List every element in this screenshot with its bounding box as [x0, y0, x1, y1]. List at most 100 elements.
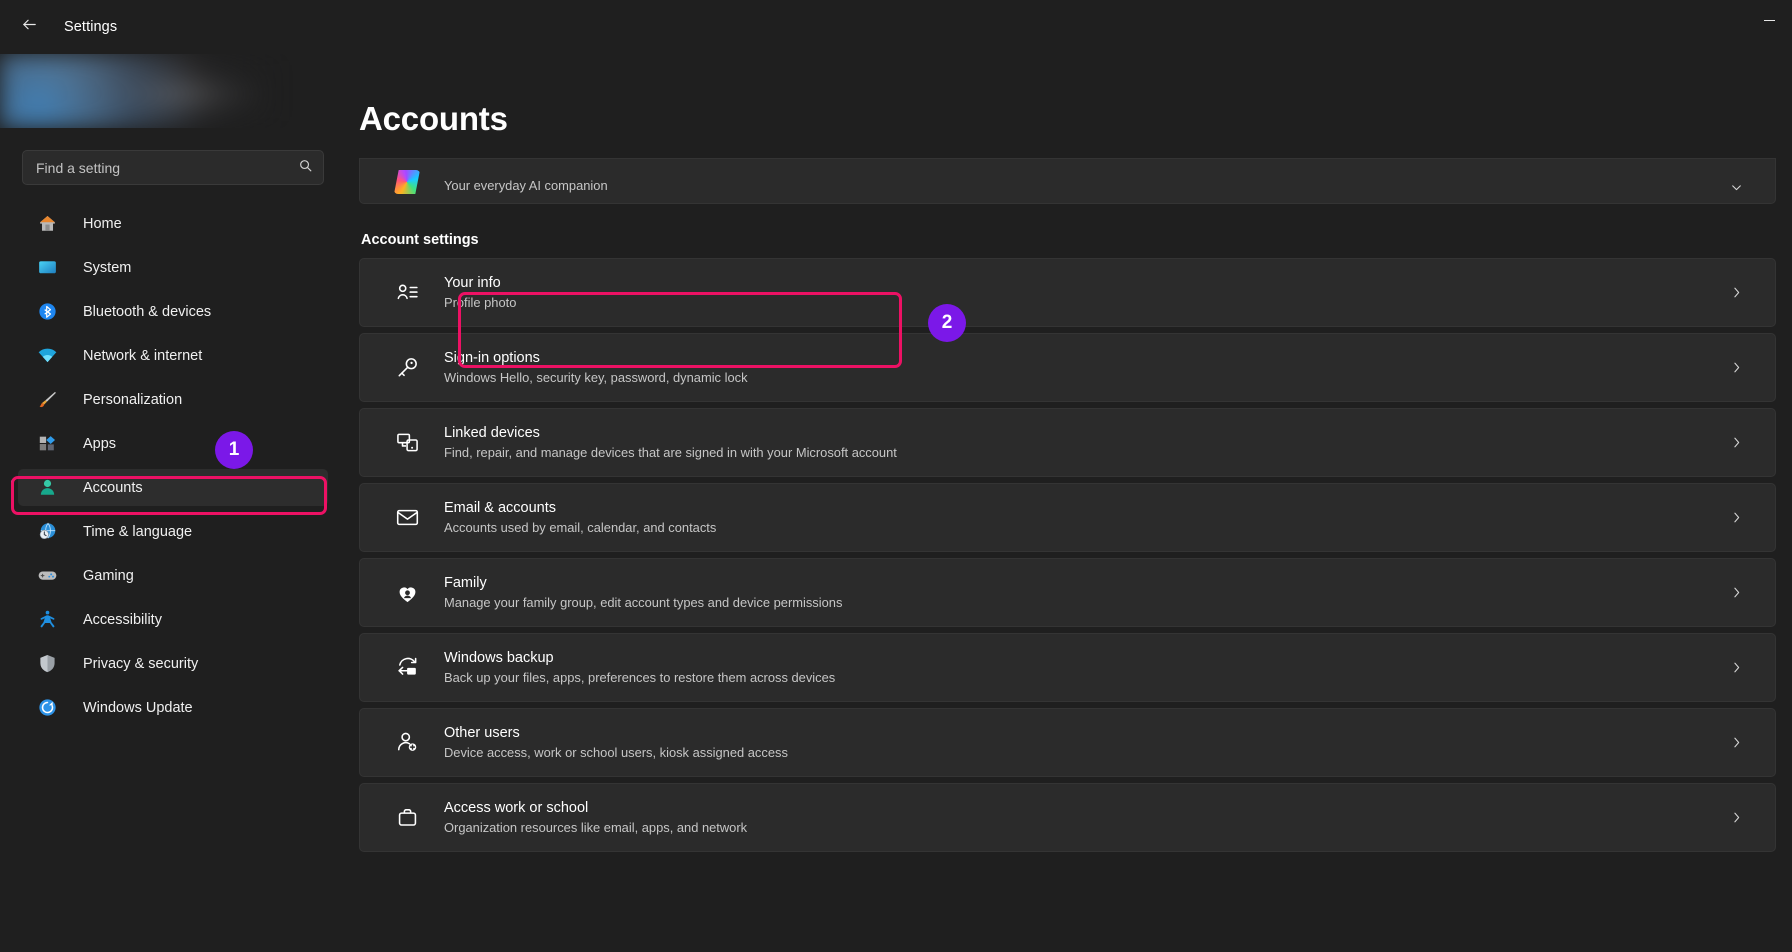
chevron-right-icon[interactable]	[1727, 736, 1745, 749]
chevron-right-icon[interactable]	[1727, 811, 1745, 824]
chevron-right-icon[interactable]	[1727, 661, 1745, 674]
sidebar-item-accessibility[interactable]: Accessibility	[18, 601, 328, 638]
card-text: Your info Profile photo	[444, 274, 1727, 312]
card-text: Access work or school Organization resou…	[444, 799, 1727, 837]
system-monitor-icon	[36, 257, 58, 279]
settings-card-email-accounts[interactable]: Email & accounts Accounts used by email,…	[359, 483, 1776, 552]
settings-card-family[interactable]: Family Manage your family group, edit ac…	[359, 558, 1776, 627]
card-title: Windows backup	[444, 649, 554, 666]
settings-card-access-work-or-school[interactable]: Access work or school Organization resou…	[359, 783, 1776, 852]
sidebar-item-home[interactable]: Home	[18, 205, 328, 242]
chevron-right-icon[interactable]	[1727, 511, 1745, 524]
annotation-step-badge-1: 1	[215, 431, 253, 469]
sidebar-item-label: Personalization	[83, 391, 183, 408]
sidebar-item-label: Gaming	[83, 567, 134, 584]
sidebar-item-label: Bluetooth & devices	[83, 303, 212, 320]
sidebar-item-label: Accounts	[83, 479, 143, 496]
family-heart-icon	[392, 580, 422, 605]
card-subtitle: Device access, work or school users, kio…	[444, 745, 788, 761]
sidebar-item-apps[interactable]: Apps	[18, 425, 328, 462]
card-text: Sign-in options Windows Hello, security …	[444, 349, 1727, 387]
settings-scroll-area[interactable]: Your everyday AI companion Account setti…	[359, 158, 1792, 952]
sidebar-item-accounts[interactable]: Accounts	[18, 469, 328, 506]
minimize-icon	[1763, 19, 1775, 21]
card-subtitle: Windows Hello, security key, password, d…	[444, 370, 748, 386]
profile-blurred-image	[0, 54, 300, 128]
user-profile-card[interactable]	[0, 54, 300, 128]
accounts-person-icon	[36, 477, 58, 499]
card-subtitle: Find, repair, and manage devices that ar…	[444, 445, 897, 461]
sidebar-item-time-language[interactable]: Time & language	[18, 513, 328, 550]
briefcase-icon	[392, 805, 422, 830]
back-button[interactable]	[12, 12, 46, 42]
main-content: Accounts Your everyday AI companion Acco…	[346, 54, 1792, 952]
sidebar-item-system[interactable]: System	[18, 249, 328, 286]
card-text: Other users Device access, work or schoo…	[444, 724, 1727, 762]
home-icon	[36, 213, 58, 235]
window-body: Home System Bluetooth & devices	[0, 54, 1792, 952]
search-icon	[298, 158, 313, 178]
settings-card-windows-backup[interactable]: Windows backup Back up your files, apps,…	[359, 633, 1776, 702]
sidebar-item-label: Home	[83, 215, 122, 232]
search-box[interactable]	[22, 150, 324, 185]
add-user-icon	[392, 730, 422, 755]
chevron-right-icon[interactable]	[1727, 586, 1745, 599]
settings-window: Settings Find a setting Home System Blue…	[0, 0, 1792, 952]
sidebar: Home System Bluetooth & devices	[0, 54, 346, 952]
sidebar-item-bluetooth-devices[interactable]: Bluetooth & devices	[18, 293, 328, 330]
card-subtitle: Profile photo	[444, 295, 517, 311]
envelope-icon	[392, 505, 422, 530]
chevron-right-icon[interactable]	[1727, 286, 1745, 299]
section-heading: Account settings	[361, 232, 479, 248]
bluetooth-icon	[36, 301, 58, 323]
sidebar-item-network-internet[interactable]: Network & internet	[18, 337, 328, 374]
card-text: Your everyday AI companion	[444, 176, 1727, 194]
title-bar: Settings	[0, 0, 1792, 54]
sidebar-item-label: Time & language	[83, 523, 193, 540]
search-input[interactable]	[36, 159, 298, 176]
key-icon	[392, 355, 422, 380]
card-title: Email & accounts	[444, 499, 557, 516]
globe-clock-icon	[36, 521, 58, 543]
chevron-right-icon[interactable]	[1727, 361, 1745, 374]
card-title: Sign-in options	[444, 349, 540, 366]
sidebar-item-gaming[interactable]: Gaming	[18, 557, 328, 594]
wifi-icon	[36, 345, 58, 367]
sidebar-item-label: System	[83, 259, 132, 276]
settings-card-your-info[interactable]: Your info Profile photo	[359, 258, 1776, 327]
annotation-step-badge-2: 2	[928, 304, 966, 342]
copilot-pro-card[interactable]: Your everyday AI companion	[359, 158, 1776, 204]
card-title: Your info	[444, 274, 501, 291]
chevron-right-icon[interactable]	[1727, 436, 1745, 449]
card-subtitle: Accounts used by email, calendar, and co…	[444, 520, 717, 536]
card-title: Other users	[444, 724, 520, 741]
sidebar-item-windows-update[interactable]: Windows Update	[18, 689, 328, 726]
settings-card-linked-devices[interactable]: Linked devices Find, repair, and manage …	[359, 408, 1776, 477]
sidebar-item-label: Network & internet	[83, 347, 203, 364]
card-title: Access work or school	[444, 799, 589, 816]
app-title: Settings	[64, 19, 118, 35]
sidebar-item-privacy-security[interactable]: Privacy & security	[18, 645, 328, 682]
sidebar-item-personalization[interactable]: Personalization	[18, 381, 328, 418]
minimize-button[interactable]	[1746, 0, 1792, 40]
sidebar-nav: Home System Bluetooth & devices Network …	[0, 205, 346, 726]
paintbrush-icon	[36, 389, 58, 411]
search-container	[0, 128, 346, 185]
card-subtitle: Manage your family group, edit account t…	[444, 595, 843, 611]
copilot-icon	[392, 170, 422, 194]
shield-icon	[36, 653, 58, 675]
backup-icon	[392, 655, 422, 680]
accessibility-icon	[36, 609, 58, 631]
settings-card-sign-in-options[interactable]: Sign-in options Windows Hello, security …	[359, 333, 1776, 402]
settings-card-other-users[interactable]: Other users Device access, work or schoo…	[359, 708, 1776, 777]
back-arrow-icon	[21, 16, 38, 38]
sidebar-item-label: Windows Update	[83, 699, 193, 716]
user-info-icon	[392, 280, 422, 305]
card-text: Linked devices Find, repair, and manage …	[444, 424, 1727, 462]
linked-devices-icon	[392, 430, 422, 455]
card-text: Family Manage your family group, edit ac…	[444, 574, 1727, 612]
card-subtitle: Organization resources like email, apps,…	[444, 820, 748, 836]
windows-update-icon	[36, 697, 58, 719]
card-title: Family	[444, 574, 487, 591]
chevron-down-icon[interactable]	[1727, 181, 1745, 194]
